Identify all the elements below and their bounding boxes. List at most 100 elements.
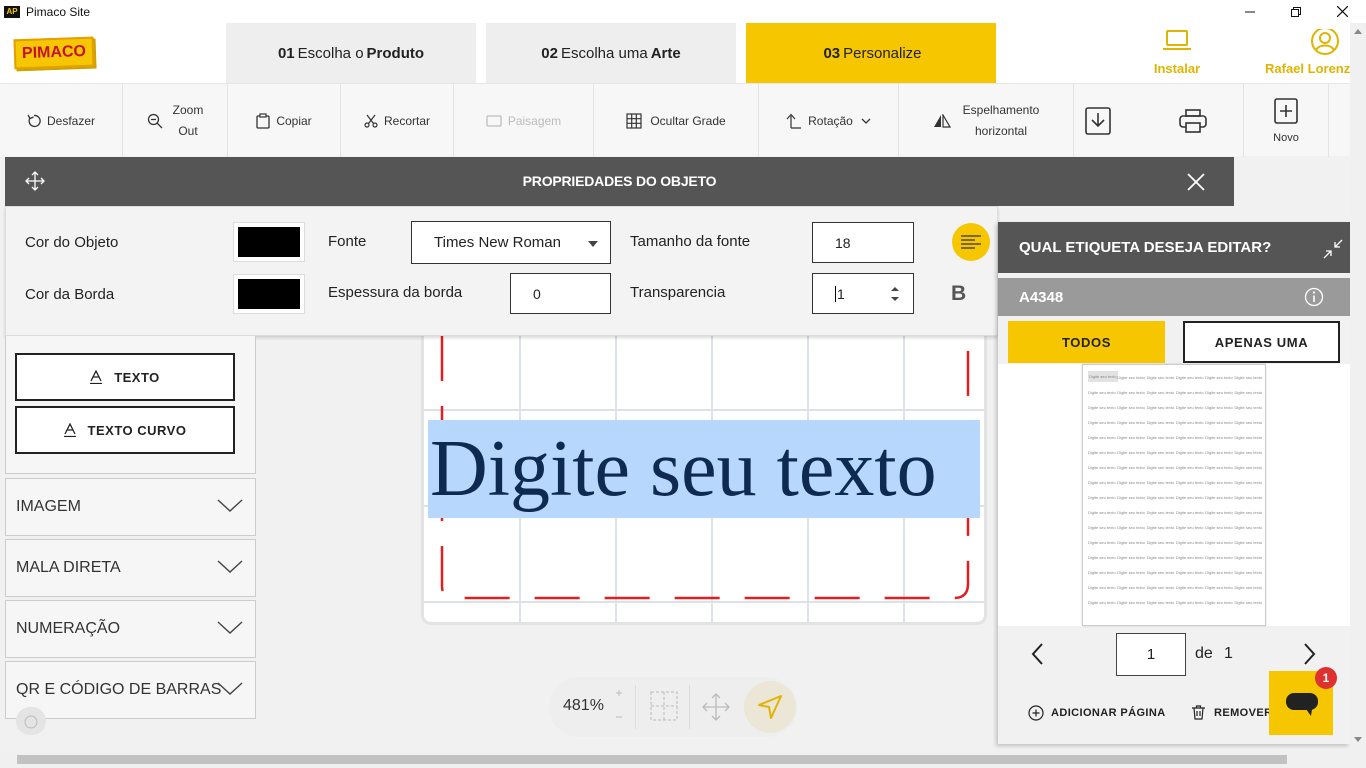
font-select[interactable]: Times New Roman [411,221,611,264]
step-personalize[interactable]: 03 Personalize [746,23,996,83]
sheet-label-cell[interactable]: Digite seu texto [1147,525,1175,530]
sheet-label-cell[interactable]: Digite seu texto [1235,555,1263,560]
close-icon[interactable] [1187,173,1205,191]
select-tool-button[interactable] [744,681,796,733]
sheet-label-cell[interactable]: Digite seu texto [1088,495,1116,500]
download-button[interactable] [1074,84,1122,157]
sheet-label-cell[interactable]: Digite seu texto [1088,510,1116,515]
add-curved-text-button[interactable]: TEXTO CURVO [15,406,235,454]
section-qr-barcode[interactable]: QR E CÓDIGO DE BARRAS [5,661,256,719]
sheet-label-cell[interactable]: Digite seu texto [1117,480,1145,485]
sheet-label-cell[interactable]: Digite seu texto [1205,465,1233,470]
bold-toggle[interactable]: B [951,282,966,306]
add-page-button[interactable]: ADICIONAR PÁGINA [1028,705,1166,721]
new-button[interactable]: Novo [1243,84,1329,157]
selected-text-object[interactable]: Digite seu texto [428,420,980,518]
sheet-label-cell[interactable]: Digite seu texto [1088,435,1116,440]
sheet-thumbnail[interactable]: Digite seu texto Digite seu texto Digite s… [1082,364,1266,626]
sheet-label-cell[interactable]: Digite seu texto [1117,405,1145,410]
next-page-icon[interactable] [1304,643,1316,665]
sheet-label-cell[interactable]: Digite seu texto [1205,585,1233,590]
sheet-label-cell[interactable]: Digite seu texto [1205,600,1233,605]
sheet-label-cell[interactable]: Digite seu texto [1088,420,1116,425]
sheet-label-cell[interactable]: Digite seu texto [1176,495,1204,500]
sheet-label-cell[interactable]: Digite seu texto [1205,570,1233,575]
sheet-label-cell[interactable]: Digite seu texto [1147,480,1175,485]
landscape-button[interactable]: Paisagem [454,84,594,157]
sheet-label-cell[interactable]: Digite seu texto [1088,525,1116,530]
page-number-input[interactable]: 1 [1116,633,1186,676]
sheet-label-cell[interactable]: Digite seu texto [1235,480,1263,485]
sheet-label-cell[interactable]: Digite seu texto [1088,480,1116,485]
sheet-label-cell[interactable]: Digite seu texto [1205,540,1233,545]
remove-page-button[interactable]: REMOVER [1192,705,1272,720]
sheet-label-cell[interactable]: Digite seu texto [1088,570,1116,575]
sheet-label-cell[interactable]: Digite seu texto [1205,405,1233,410]
sheet-label-cell[interactable]: Digite seu texto [1205,510,1233,515]
sheet-label-cell[interactable]: Digite seu texto [1205,525,1233,530]
sheet-label-cell[interactable]: Digite seu texto [1088,390,1116,395]
sheet-label-cell[interactable]: Digite seu texto [1117,525,1145,530]
print-button[interactable] [1169,84,1217,157]
sheet-label-cell[interactable]: Digite seu texto [1147,390,1175,395]
sheet-label-cell[interactable]: Digite seu texto [1176,525,1204,530]
sheet-label-cell[interactable]: Digite seu texto [1147,585,1175,590]
sheet-label-cell[interactable]: Digite seu texto [1205,435,1233,440]
install-button[interactable]: Instalar [1127,29,1227,76]
fit-grid-icon[interactable] [650,691,678,721]
zoom-out-button[interactable]: Zoom Out [123,84,228,157]
sheet-label-cell[interactable]: Digite seu texto [1117,435,1145,440]
sheet-label-cell[interactable]: Digite seu texto [1147,570,1175,575]
sheet-label-cell[interactable]: Digite seu texto [1147,555,1175,560]
sheet-label-cell[interactable]: Digite seu texto [1117,420,1145,425]
collapse-icon[interactable] [1323,239,1343,259]
sheet-label-cell[interactable]: Digite seu texto [1147,375,1175,380]
edit-one-button[interactable]: APENAS UMA [1183,321,1340,363]
sheet-label-cell[interactable]: Digite seu texto [1088,540,1116,545]
sheet-label-cell[interactable]: Digite seu texto [1147,540,1175,545]
sheet-label-cell[interactable]: Digite seu texto [1176,510,1204,515]
sheet-label-cell[interactable]: Digite seu texto [1205,480,1233,485]
sheet-label-cell[interactable]: Digite seu texto [1147,405,1175,410]
sheet-label-cell[interactable]: Digite seu texto [1147,435,1175,440]
sheet-label-cell[interactable]: Digite seu texto [1176,435,1204,440]
sheet-label-cell[interactable]: Digite seu texto [1176,570,1204,575]
sheet-label-cell[interactable]: Digite seu texto [1205,375,1233,380]
sheet-label-cell[interactable]: Digite seu texto [1235,570,1263,575]
zoom-stepper-icon[interactable] [615,689,623,723]
sheet-label-cell[interactable]: Digite seu texto [1147,420,1175,425]
copy-button[interactable]: Copiar [228,84,341,157]
sheet-label-cell[interactable]: Digite seu texto [1176,555,1204,560]
horizontal-scroll-thumb[interactable] [17,755,1287,764]
minimize-button[interactable] [1227,0,1273,23]
sheet-label-cell[interactable]: Digite seu texto [1205,420,1233,425]
hide-grid-button[interactable]: Ocultar Grade [594,84,759,157]
sheet-label-cell[interactable]: Digite seu texto [1117,540,1145,545]
close-window-button[interactable] [1319,0,1365,23]
sheet-label-cell[interactable]: Digite seu texto [1117,465,1145,470]
prev-page-icon[interactable] [1031,643,1043,665]
sheet-label-cell[interactable]: Digite seu texto [1235,525,1263,530]
sheet-label-cell[interactable]: Digite seu texto [1147,495,1175,500]
spinner-arrows-icon[interactable] [891,286,899,303]
sheet-label-cell[interactable]: Digite seu texto [1176,450,1204,455]
rotation-dropdown[interactable]: Rotação [759,84,899,157]
text-align-button[interactable] [952,223,990,261]
mirror-horizontal-button[interactable]: Espelhamento horizontal [899,84,1074,157]
font-size-input[interactable]: 18 [812,222,914,263]
sheet-label-cell[interactable]: Digite seu texto [1117,495,1145,500]
edit-all-button[interactable]: TODOS [1008,321,1165,363]
sheet-label-cell[interactable]: Digite seu texto [1176,540,1204,545]
sheet-label-cell[interactable]: Digite seu texto [1235,450,1263,455]
cut-button[interactable]: Recortar [341,84,454,157]
object-color-swatch[interactable] [233,222,305,262]
section-mail-merge[interactable]: MALA DIRETA [5,539,256,597]
vertical-scrollbar[interactable] [1350,23,1366,751]
sheet-label-cell[interactable]: Digite seu texto [1235,465,1263,470]
sheet-label-cell[interactable]: Digite seu texto [1176,600,1204,605]
sheet-label-cell[interactable]: Digite seu texto [1088,600,1116,605]
sheet-label-cell[interactable]: Digite seu texto [1176,465,1204,470]
sheet-label-cell[interactable]: Digite seu texto [1235,510,1263,515]
sheet-label-cell[interactable]: Digite seu texto [1205,555,1233,560]
sheet-label-cell[interactable]: Digite seu texto [1176,390,1204,395]
